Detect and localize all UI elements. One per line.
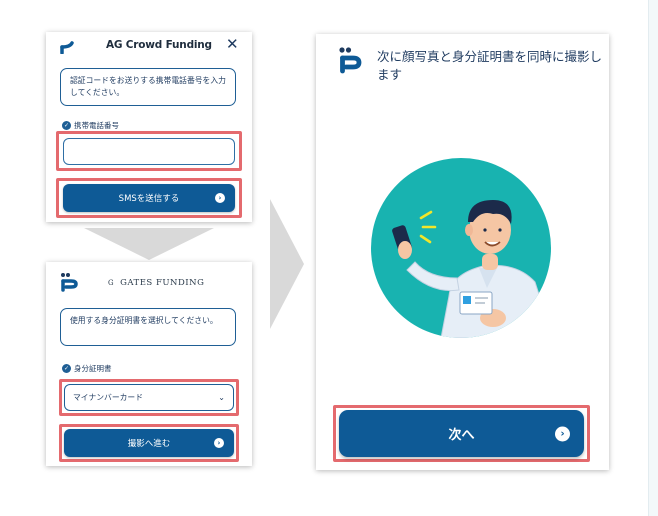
- arrow-right-icon: ›: [215, 193, 225, 203]
- check-icon: ✓: [62, 121, 71, 130]
- right-arrow-icon: [270, 199, 304, 329]
- page-edge: [648, 0, 658, 516]
- phone-verification-screen: AG Crowd Funding ✕ 認証コードをお送りする携帯電話番号を入力し…: [46, 32, 252, 222]
- selfie-with-id-illustration: [371, 158, 551, 338]
- brand-name: AG Crowd Funding: [106, 39, 212, 51]
- p-logo-icon: [60, 272, 80, 292]
- document-field-label-text: 身分証明書: [74, 364, 112, 373]
- close-icon[interactable]: ✕: [226, 37, 239, 52]
- p-logo-icon: [338, 46, 364, 74]
- proceed-label: 撮影へ進む: [127, 439, 171, 449]
- instruction-text: 認証コードをお送りする携帯電話番号を入力してください。: [70, 76, 226, 97]
- document-select-screen: G GATES FUNDING 使用する身分証明書を選択してください。 ✓ 身分証…: [46, 262, 252, 466]
- send-sms-button[interactable]: SMSを送信する ›: [63, 184, 235, 212]
- chevron-down-icon: ⌄: [218, 392, 225, 402]
- document-field-label: ✓ 身分証明書: [62, 363, 112, 374]
- arrow-right-icon: ›: [214, 438, 224, 448]
- proceed-to-photo-button[interactable]: 撮影へ進む ›: [64, 429, 234, 457]
- document-type-value: マイナンバーカード: [73, 393, 144, 402]
- phone-field-label-text: 携帯電話番号: [74, 121, 119, 130]
- brand-name: GATES FUNDING: [120, 278, 205, 288]
- photo-instruction-screen: 次に顔写真と身分証明書を同時に撮影します 次へ ›: [316, 34, 609, 470]
- next-button[interactable]: 次へ ›: [339, 410, 584, 457]
- next-label: 次へ: [448, 428, 475, 443]
- down-arrow-icon: [84, 228, 214, 260]
- arrow-right-icon: ›: [555, 426, 570, 441]
- brand-mark: G GATES FUNDING: [108, 278, 204, 288]
- check-icon: ✓: [62, 364, 71, 373]
- brand-mark-text: G: [108, 279, 115, 287]
- document-type-select[interactable]: マイナンバーカード ⌄: [64, 384, 234, 411]
- p-logo-icon: [60, 38, 80, 58]
- send-sms-label: SMSを送信する: [118, 194, 180, 204]
- page-title: 次に顔写真と身分証明書を同時に撮影します: [377, 49, 603, 82]
- instruction-text: 使用する身分証明書を選択してください。: [70, 316, 218, 325]
- instruction-message: 認証コードをお送りする携帯電話番号を入力してください。: [60, 68, 236, 106]
- instruction-message: 使用する身分証明書を選択してください。: [60, 308, 236, 346]
- phone-field-label: ✓ 携帯電話番号: [62, 120, 119, 131]
- phone-number-input[interactable]: [63, 138, 235, 165]
